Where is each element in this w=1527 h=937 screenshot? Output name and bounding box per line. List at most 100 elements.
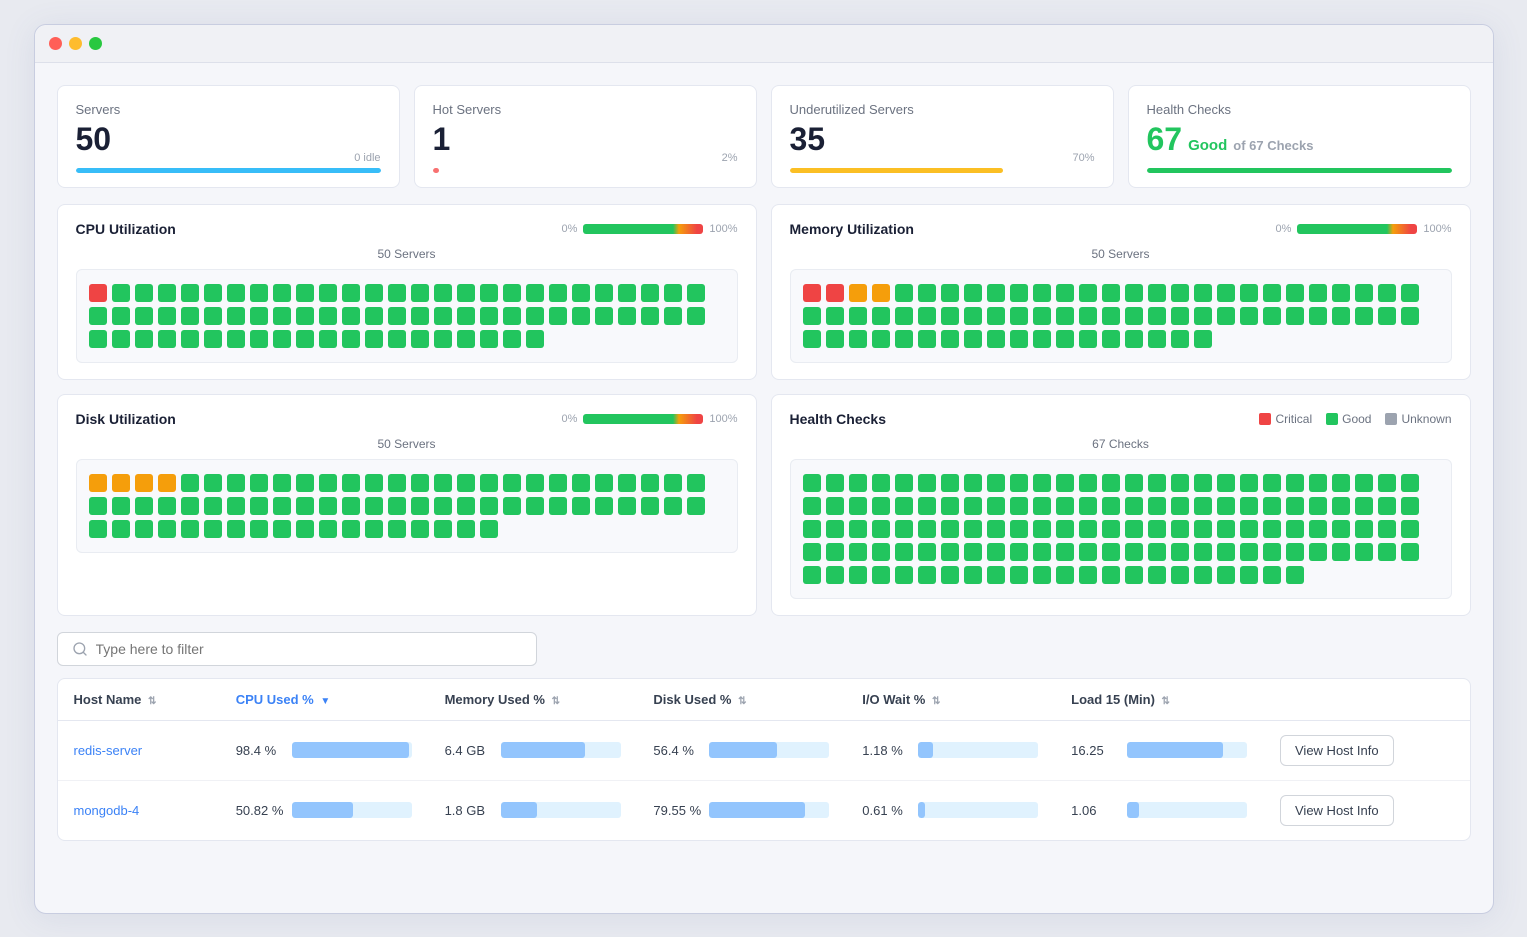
dot bbox=[1125, 330, 1143, 348]
dot bbox=[1217, 497, 1235, 515]
dot bbox=[1010, 543, 1028, 561]
col-memory-used[interactable]: Memory Used % ⇅ bbox=[429, 679, 638, 721]
io-metric-wrap: 0.61 % bbox=[862, 802, 1039, 818]
dot bbox=[1010, 497, 1028, 515]
dot bbox=[1148, 497, 1166, 515]
dot bbox=[872, 566, 890, 584]
dot bbox=[204, 474, 222, 492]
col-load15[interactable]: Load 15 (Min) ⇅ bbox=[1055, 679, 1264, 721]
dot bbox=[503, 330, 521, 348]
dot bbox=[1171, 543, 1189, 561]
cell-action: View Host Info bbox=[1264, 720, 1470, 780]
dot bbox=[1102, 307, 1120, 325]
cpu-panel-header: CPU Utilization 0% 100% bbox=[76, 221, 738, 237]
dot bbox=[1056, 330, 1074, 348]
dot bbox=[941, 566, 959, 584]
dot bbox=[1079, 543, 1097, 561]
maximize-button[interactable] bbox=[89, 37, 102, 50]
dot bbox=[319, 330, 337, 348]
table-header: Host Name ⇅ CPU Used % ▼ Memory Used % ⇅ bbox=[58, 679, 1470, 721]
dot bbox=[1056, 474, 1074, 492]
close-button[interactable] bbox=[49, 37, 62, 50]
cell-io-wait: 0.61 % bbox=[846, 780, 1055, 840]
view-host-info-button[interactable]: View Host Info bbox=[1280, 735, 1394, 766]
dot bbox=[1010, 307, 1028, 325]
dot bbox=[1079, 497, 1097, 515]
dot bbox=[1125, 566, 1143, 584]
host-name-link[interactable]: redis-server bbox=[74, 743, 143, 758]
filter-input[interactable] bbox=[96, 641, 522, 657]
dot bbox=[941, 307, 959, 325]
dot bbox=[1171, 284, 1189, 302]
dot bbox=[849, 330, 867, 348]
underutilized-number: 35 bbox=[790, 121, 826, 158]
dot bbox=[457, 330, 475, 348]
col-host-name[interactable]: Host Name ⇅ bbox=[58, 679, 220, 721]
dot bbox=[918, 543, 936, 561]
dot bbox=[434, 497, 452, 515]
hc-legend-good: Good bbox=[1326, 412, 1371, 426]
dot bbox=[618, 284, 636, 302]
dot bbox=[89, 520, 107, 538]
dot bbox=[987, 520, 1005, 538]
col-host-name-label: Host Name bbox=[74, 692, 142, 707]
dot bbox=[872, 307, 890, 325]
health-checks-bar-row bbox=[1147, 168, 1452, 173]
dot bbox=[849, 307, 867, 325]
io-sort-icon: ⇅ bbox=[932, 696, 940, 707]
dot bbox=[1240, 543, 1258, 561]
disk-bar-fill bbox=[709, 802, 805, 818]
memory-server-count: 50 Servers bbox=[790, 247, 1452, 261]
critical-dot bbox=[1259, 413, 1271, 425]
col-disk-used[interactable]: Disk Used % ⇅ bbox=[637, 679, 846, 721]
view-host-info-button[interactable]: View Host Info bbox=[1280, 795, 1394, 826]
health-checks-good: Good bbox=[1188, 137, 1227, 154]
hot-servers-label: Hot Servers bbox=[433, 102, 738, 117]
dot bbox=[204, 307, 222, 325]
hc-legend: Critical Good Unknown bbox=[1259, 412, 1451, 426]
dot bbox=[872, 543, 890, 561]
dot bbox=[319, 474, 337, 492]
dot bbox=[112, 330, 130, 348]
filter-input-wrap[interactable] bbox=[57, 632, 537, 666]
dot bbox=[526, 474, 544, 492]
dot bbox=[204, 497, 222, 515]
dot bbox=[1102, 330, 1120, 348]
dot bbox=[135, 520, 153, 538]
dot bbox=[987, 566, 1005, 584]
dot bbox=[895, 284, 913, 302]
dot bbox=[1332, 284, 1350, 302]
cpu-bar-bg bbox=[292, 802, 412, 818]
col-cpu-used[interactable]: CPU Used % ▼ bbox=[220, 679, 429, 721]
disk-panel-header: Disk Utilization 0% 100% bbox=[76, 411, 738, 427]
dot bbox=[1102, 474, 1120, 492]
dot bbox=[411, 284, 429, 302]
dot bbox=[1194, 566, 1212, 584]
dot bbox=[987, 497, 1005, 515]
minimize-button[interactable] bbox=[69, 37, 82, 50]
cpu-bar-fill bbox=[292, 742, 410, 758]
dot bbox=[158, 497, 176, 515]
dot bbox=[342, 284, 360, 302]
host-name-link[interactable]: mongodb-4 bbox=[74, 803, 140, 818]
dot bbox=[1102, 566, 1120, 584]
disk-scale-left: 0% bbox=[561, 413, 577, 425]
dot bbox=[1148, 566, 1166, 584]
dot bbox=[1194, 307, 1212, 325]
dot bbox=[296, 330, 314, 348]
col-io-wait[interactable]: I/O Wait % ⇅ bbox=[846, 679, 1055, 721]
dot bbox=[273, 497, 291, 515]
dot bbox=[1401, 284, 1419, 302]
col-action bbox=[1264, 679, 1470, 721]
dot bbox=[803, 566, 821, 584]
dot bbox=[411, 330, 429, 348]
dot bbox=[1079, 284, 1097, 302]
dot bbox=[641, 284, 659, 302]
cpu-dots-container bbox=[76, 269, 738, 363]
dot bbox=[849, 543, 867, 561]
disk-value-label: 79.55 % bbox=[653, 803, 701, 818]
dot bbox=[872, 474, 890, 492]
dot bbox=[342, 330, 360, 348]
cpu-bar-bg bbox=[292, 742, 412, 758]
stat-card-hot-servers: Hot Servers 1 2% bbox=[414, 85, 757, 188]
